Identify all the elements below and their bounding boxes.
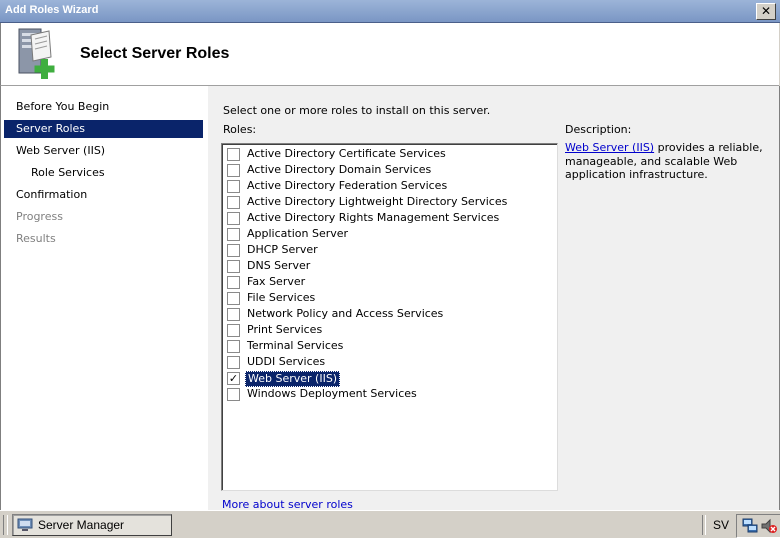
role-item[interactable]: Fax Server	[227, 274, 547, 290]
description-label: Description:	[565, 123, 632, 136]
role-checkbox[interactable]	[227, 228, 240, 241]
role-item[interactable]: Windows Deployment Services	[227, 386, 547, 402]
role-item[interactable]: Network Policy and Access Services	[227, 306, 547, 322]
server-manager-icon	[17, 518, 33, 531]
language-indicator[interactable]: SV	[713, 518, 729, 532]
role-checkbox[interactable]	[227, 292, 240, 305]
system-tray	[736, 514, 780, 538]
role-item[interactable]: Active Directory Federation Services	[227, 178, 547, 194]
role-label: Active Directory Lightweight Directory S…	[247, 195, 508, 208]
role-checkbox[interactable]	[227, 260, 240, 273]
role-checkbox[interactable]	[227, 388, 240, 401]
role-label: Active Directory Certificate Services	[247, 147, 446, 160]
role-checkbox-checked[interactable]: ✓	[227, 372, 240, 385]
nav-step-confirmation[interactable]: Confirmation	[4, 186, 203, 204]
wizard-header: Select Server Roles	[0, 23, 779, 86]
role-item[interactable]: Print Services	[227, 322, 547, 338]
role-label: DHCP Server	[247, 243, 318, 256]
role-item[interactable]: Active Directory Certificate Services	[227, 146, 547, 162]
close-button[interactable]: ✕	[756, 3, 776, 20]
role-checkbox[interactable]	[227, 148, 240, 161]
role-checkbox[interactable]	[227, 356, 240, 369]
role-label: Network Policy and Access Services	[247, 307, 444, 320]
role-checkbox[interactable]	[227, 180, 240, 193]
role-checkbox[interactable]	[227, 340, 240, 353]
roles-list[interactable]: Active Directory Certificate Services Ac…	[221, 143, 558, 491]
role-checkbox[interactable]	[227, 164, 240, 177]
instruction-text: Select one or more roles to install on t…	[223, 104, 491, 117]
role-item[interactable]: DHCP Server	[227, 242, 547, 258]
wizard-steps-nav: Before You Begin Server Roles Web Server…	[0, 86, 208, 510]
nav-step-before-you-begin[interactable]: Before You Begin	[4, 98, 203, 116]
nav-step-progress: Progress	[16, 210, 63, 223]
taskbar-button-label: Server Manager	[38, 518, 125, 532]
role-checkbox[interactable]	[227, 308, 240, 321]
role-item[interactable]: File Services	[227, 290, 547, 306]
role-item[interactable]: Active Directory Domain Services	[227, 162, 547, 178]
network-icon[interactable]	[741, 517, 759, 535]
nav-step-web-server-iis[interactable]: Web Server (IIS)	[4, 142, 203, 160]
role-label: DNS Server	[247, 259, 311, 272]
role-checkbox[interactable]	[227, 276, 240, 289]
role-item[interactable]: Active Directory Rights Management Servi…	[227, 210, 547, 226]
nav-step-server-roles[interactable]: Server Roles	[4, 120, 203, 138]
role-label: Web Server (IIS)	[245, 371, 341, 387]
volume-muted-icon[interactable]	[760, 517, 778, 535]
role-label: Active Directory Rights Management Servi…	[247, 211, 500, 224]
roles-label: Roles:	[223, 123, 257, 136]
wizard-content: Select one or more roles to install on t…	[208, 86, 780, 511]
description-text: Web Server (IIS) provides a reliable, ma…	[565, 141, 770, 182]
role-checkbox[interactable]	[227, 324, 240, 337]
role-item[interactable]: Active Directory Lightweight Directory S…	[227, 194, 547, 210]
role-label: Application Server	[247, 227, 349, 240]
tray-separator	[702, 515, 706, 535]
role-item[interactable]: DNS Server	[227, 258, 547, 274]
taskbar: Server Manager SV	[0, 510, 780, 538]
page-title: Select Server Roles	[80, 45, 230, 62]
role-label: Terminal Services	[247, 339, 344, 352]
server-add-icon	[18, 28, 55, 79]
role-item[interactable]: Application Server	[227, 226, 547, 242]
role-label: UDDI Services	[247, 355, 326, 368]
taskbar-button-server-manager[interactable]: Server Manager	[12, 514, 172, 536]
role-label: File Services	[247, 291, 316, 304]
role-label: Active Directory Domain Services	[247, 163, 432, 176]
role-label: Print Services	[247, 323, 323, 336]
title-bar[interactable]: Add Roles Wizard ✕	[0, 0, 780, 23]
role-item[interactable]: Terminal Services	[227, 338, 547, 354]
role-label: Windows Deployment Services	[247, 387, 417, 400]
role-item[interactable]: UDDI Services	[227, 354, 547, 370]
nav-step-role-services[interactable]: Role Services	[4, 164, 203, 182]
role-label: Fax Server	[247, 275, 306, 288]
role-label: Active Directory Federation Services	[247, 179, 448, 192]
description-link[interactable]: Web Server (IIS)	[565, 141, 654, 154]
role-item-selected[interactable]: ✓ Web Server (IIS)	[227, 370, 547, 387]
nav-step-results: Results	[16, 232, 56, 245]
role-checkbox[interactable]	[227, 196, 240, 209]
role-checkbox[interactable]	[227, 244, 240, 257]
window-title: Add Roles Wizard	[5, 4, 99, 16]
taskbar-grip[interactable]	[3, 515, 8, 535]
role-checkbox[interactable]	[227, 212, 240, 225]
